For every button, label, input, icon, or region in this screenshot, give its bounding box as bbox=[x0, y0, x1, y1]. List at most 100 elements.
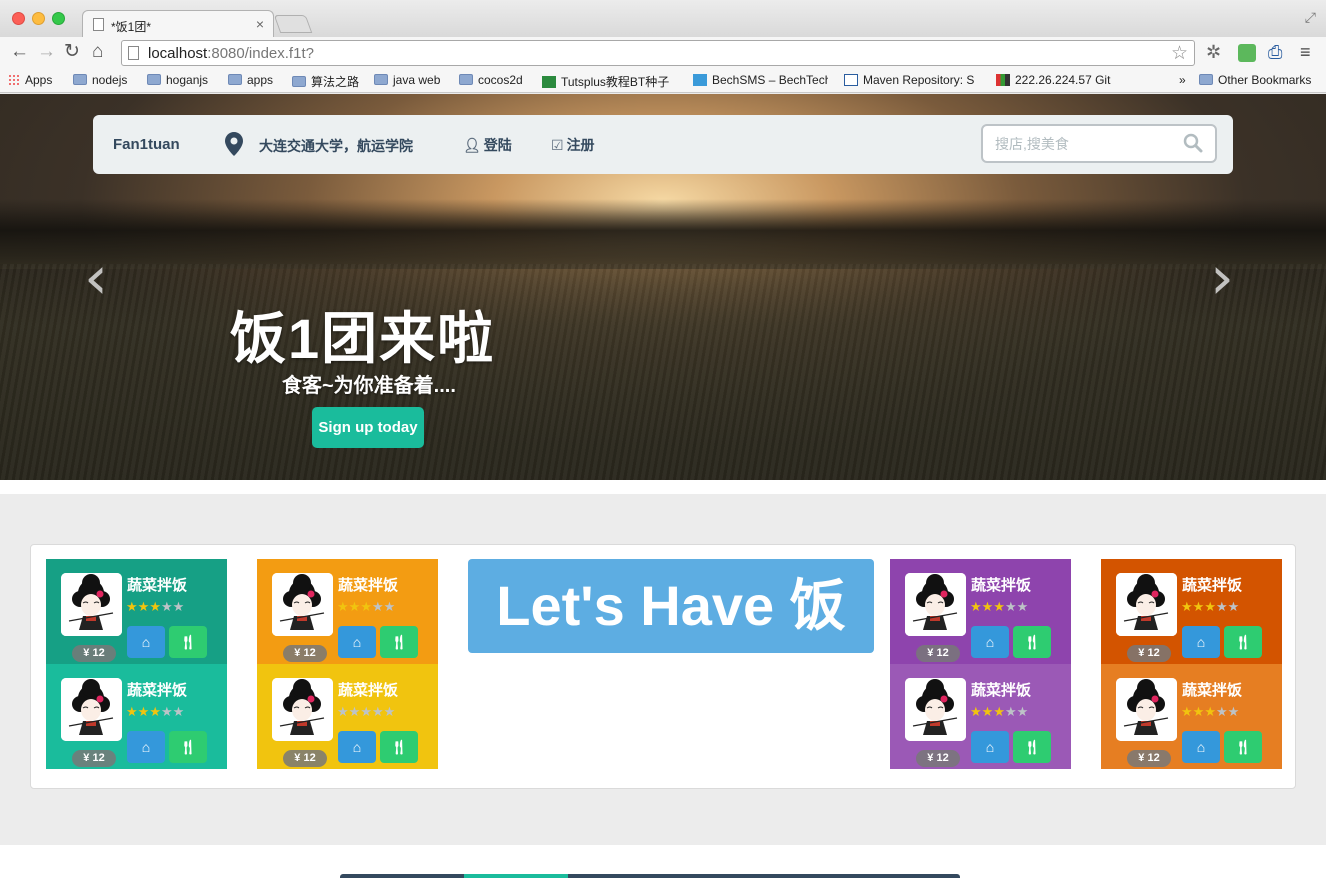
star-icon: ★ bbox=[160, 599, 173, 614]
home-icon: ⌂ bbox=[141, 634, 151, 650]
star-icon: ★ bbox=[1227, 599, 1240, 614]
search-input[interactable] bbox=[993, 134, 1173, 154]
print-icon[interactable]: ⎙ bbox=[1268, 42, 1282, 62]
home-icon[interactable]: ⌂ bbox=[92, 42, 103, 62]
brand-logo[interactable]: Fan1tuan bbox=[113, 136, 180, 153]
menu-column-1: ¥ 12 蔬菜拌饭 ★★★★★ ⌂ 🍴︎ ¥ 12 蔬菜拌饭 ★★★★★ ⌂ 🍴… bbox=[46, 559, 227, 769]
order-food-button[interactable]: 🍴︎ bbox=[380, 626, 418, 658]
dish-thumbnail bbox=[272, 678, 333, 741]
carousel-prev-arrow-icon[interactable]: ‹ bbox=[84, 248, 108, 308]
menu-card[interactable]: ¥ 12 蔬菜拌饭 ★★★★★ ⌂ 🍴︎ bbox=[46, 664, 227, 769]
new-tab-button[interactable] bbox=[273, 15, 313, 33]
back-icon[interactable]: ← bbox=[10, 42, 29, 62]
bookmark-hoganjs[interactable]: hoganjs bbox=[147, 73, 208, 87]
shop-home-button[interactable]: ⌂ bbox=[338, 626, 376, 658]
window-titlebar: *饭1团* × ⤢ bbox=[0, 0, 1326, 38]
bookmark-git[interactable]: 222.26.224.57 Git bbox=[996, 73, 1110, 87]
bookmark-bechsms[interactable]: BechSMS – BechTech bbox=[693, 73, 828, 87]
order-food-button[interactable]: 🍴︎ bbox=[1224, 626, 1262, 658]
utensils-icon: 🍴︎ bbox=[390, 634, 408, 650]
dish-name: 蔬菜拌饭 bbox=[1182, 682, 1243, 699]
shop-home-button[interactable]: ⌂ bbox=[971, 626, 1009, 658]
checkbox-icon: ☑ bbox=[551, 137, 564, 153]
folder-icon bbox=[292, 76, 306, 87]
star-icon: ★ bbox=[126, 704, 138, 719]
address-bar[interactable]: localhost:8080/index.f1t? ☆ bbox=[121, 40, 1195, 66]
utensils-icon: 🍴︎ bbox=[179, 634, 197, 650]
dish-name: 蔬菜拌饭 bbox=[971, 682, 1032, 699]
login-link[interactable]: 👤︎ 登陆 bbox=[463, 135, 512, 155]
close-tab-icon[interactable]: × bbox=[256, 16, 264, 32]
star-icon: ★ bbox=[1192, 599, 1205, 614]
utensils-icon: 🍴︎ bbox=[179, 739, 197, 755]
star-icon: ★ bbox=[149, 704, 161, 719]
hero-background-treeline bbox=[0, 199, 1326, 269]
price-badge: ¥ 12 bbox=[1127, 750, 1171, 767]
menu-card[interactable]: ¥ 12 蔬菜拌饭 ★★★★★ ⌂ 🍴︎ bbox=[890, 664, 1071, 769]
star-icon: ★ bbox=[981, 704, 994, 719]
star-icon: ★ bbox=[360, 704, 372, 719]
menu-card[interactable]: ¥ 12 蔬菜拌饭 ★★★★★ ⌂ 🍴︎ bbox=[257, 664, 438, 769]
location-text[interactable]: 大连交通大学，航运学院 bbox=[259, 136, 413, 156]
star-rating: ★★★★★ bbox=[337, 599, 395, 615]
shop-home-button[interactable]: ⌂ bbox=[1182, 626, 1220, 658]
star-rating: ★★★★★ bbox=[1181, 704, 1239, 720]
star-icon: ★ bbox=[160, 704, 173, 719]
bookmark-cocos2d[interactable]: cocos2d bbox=[459, 73, 523, 87]
other-bookmarks[interactable]: Other Bookmarks bbox=[1199, 73, 1311, 87]
url-text[interactable]: localhost:8080/index.f1t? bbox=[148, 45, 314, 62]
menu-card[interactable]: ¥ 12 蔬菜拌饭 ★★★★★ ⌂ 🍴︎ bbox=[1101, 664, 1282, 769]
order-food-button[interactable]: 🍴︎ bbox=[169, 731, 207, 763]
carousel-next-arrow-icon[interactable]: › bbox=[1210, 248, 1234, 308]
signup-button[interactable]: Sign up today bbox=[312, 407, 424, 448]
menu-card[interactable]: ¥ 12 蔬菜拌饭 ★★★★★ ⌂ 🍴︎ bbox=[257, 559, 438, 664]
hero-title: 饭1团来啦 bbox=[230, 307, 496, 370]
utensils-icon: 🍴︎ bbox=[1023, 634, 1041, 650]
zoom-window-button[interactable] bbox=[52, 12, 65, 25]
bug-extension-icon[interactable]: ✲ bbox=[1206, 42, 1221, 62]
shop-home-button[interactable]: ⌂ bbox=[1182, 731, 1220, 763]
star-icon: ★ bbox=[1181, 704, 1193, 719]
bookmark-algorithms[interactable]: 算法之路 bbox=[292, 73, 359, 90]
bookmarks-overflow[interactable]: » bbox=[1179, 73, 1186, 87]
menu-card[interactable]: ¥ 12 蔬菜拌饭 ★★★★★ ⌂ 🍴︎ bbox=[46, 559, 227, 664]
shop-home-button[interactable]: ⌂ bbox=[127, 731, 165, 763]
menu-icon[interactable]: ≡ bbox=[1300, 42, 1311, 62]
user-icon: 👤︎ bbox=[463, 137, 481, 153]
fullscreen-icon[interactable]: ⤢ bbox=[1305, 9, 1316, 26]
order-food-button[interactable]: 🍴︎ bbox=[380, 731, 418, 763]
browser-tab[interactable]: *饭1团* × bbox=[82, 10, 274, 38]
order-food-button[interactable]: 🍴︎ bbox=[1013, 731, 1051, 763]
bookmark-nodejs[interactable]: nodejs bbox=[73, 73, 127, 87]
star-icon: ★ bbox=[137, 599, 150, 614]
bookmark-apps[interactable]: Apps bbox=[8, 73, 52, 87]
utensils-icon: 🍴︎ bbox=[390, 739, 408, 755]
order-food-button[interactable]: 🍴︎ bbox=[1224, 731, 1262, 763]
star-icon: ★ bbox=[172, 599, 185, 614]
menu-card[interactable]: ¥ 12 蔬菜拌饭 ★★★★★ ⌂ 🍴︎ bbox=[1101, 559, 1282, 664]
star-icon: ★ bbox=[371, 599, 384, 614]
register-link[interactable]: ☑ 注册 bbox=[551, 135, 595, 155]
menu-column-4: ¥ 12 蔬菜拌饭 ★★★★★ ⌂ 🍴︎ ¥ 12 蔬菜拌饭 ★★★★★ ⌂ 🍴… bbox=[1101, 559, 1282, 769]
shop-home-button[interactable]: ⌂ bbox=[127, 626, 165, 658]
star-rating: ★★★★★ bbox=[1181, 599, 1239, 615]
minimize-window-button[interactable] bbox=[32, 12, 45, 25]
reload-icon[interactable]: ↻ bbox=[64, 42, 80, 62]
bookmark-java-web[interactable]: java web bbox=[374, 73, 440, 87]
order-food-button[interactable]: 🍴︎ bbox=[169, 626, 207, 658]
forward-icon[interactable]: → bbox=[37, 42, 56, 62]
bookmark-tutsplus[interactable]: Tutsplus教程BT种子 bbox=[542, 73, 682, 90]
menu-card[interactable]: ¥ 12 蔬菜拌饭 ★★★★★ ⌂ 🍴︎ bbox=[890, 559, 1071, 664]
hero-carousel: Fan1tuan 大连交通大学，航运学院 👤︎登陆 ☑注册 ‹ › 饭1团来啦 … bbox=[0, 94, 1326, 480]
search-icon[interactable] bbox=[1183, 133, 1203, 153]
close-window-button[interactable] bbox=[12, 12, 25, 25]
bookmark-star-icon[interactable]: ☆ bbox=[1171, 42, 1188, 65]
bookmark-apps-folder[interactable]: apps bbox=[228, 73, 273, 87]
hero-subtitle: 食客~为你准备着.... bbox=[282, 375, 456, 397]
printer-extension-icon[interactable] bbox=[1238, 44, 1256, 62]
order-food-button[interactable]: 🍴︎ bbox=[1013, 626, 1051, 658]
shop-home-button[interactable]: ⌂ bbox=[338, 731, 376, 763]
bookmark-maven[interactable]: Maven Repository: S bbox=[844, 73, 979, 87]
star-icon: ★ bbox=[149, 599, 161, 614]
shop-home-button[interactable]: ⌂ bbox=[971, 731, 1009, 763]
